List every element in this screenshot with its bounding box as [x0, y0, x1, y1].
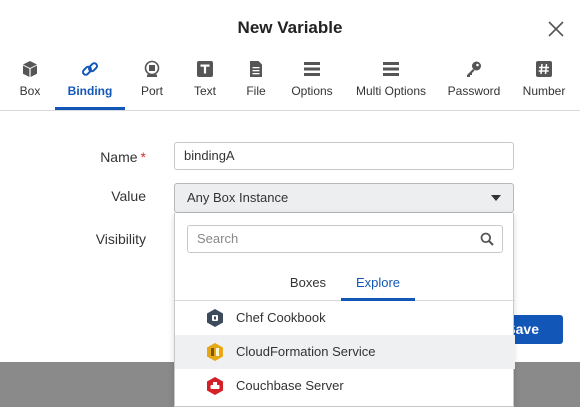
search-placeholder: Search — [197, 231, 239, 246]
list-icon — [383, 62, 399, 76]
tab-box[interactable]: Box — [8, 54, 52, 110]
tab-number-label: Number — [522, 84, 566, 98]
chef-icon — [207, 309, 223, 327]
name-label: Name * — [26, 149, 146, 165]
couchbase-icon — [207, 377, 223, 395]
visibility-label: Visibility — [95, 231, 146, 247]
file-icon — [250, 61, 262, 77]
tab-password-label: Password — [447, 84, 501, 98]
name-input[interactable]: bindingA — [174, 142, 514, 170]
list-item-cloudformation-service[interactable]: CloudFormation Service — [175, 335, 515, 369]
list-item-label: CloudFormation Service — [236, 344, 376, 359]
dialog-title: New Variable — [237, 18, 343, 37]
hash-icon — [536, 61, 552, 77]
text-icon — [197, 61, 213, 77]
tab-port[interactable]: Port — [131, 54, 173, 110]
list-item-couchbase-server[interactable]: Couchbase Server — [175, 369, 515, 403]
tab-file[interactable]: File — [237, 54, 275, 110]
name-label-text: Name — [100, 149, 138, 165]
tab-options-label: Options — [291, 84, 333, 98]
value-label: Value — [111, 188, 146, 204]
tab-boxes[interactable]: Boxes — [285, 275, 331, 301]
search-input[interactable]: Search — [187, 225, 503, 253]
tab-text-label: Text — [193, 84, 216, 98]
required-mark: * — [140, 149, 146, 165]
tab-explore[interactable]: Explore — [341, 275, 415, 301]
search-icon — [480, 232, 494, 246]
dropdown-tabs: Boxes Explore — [175, 271, 515, 301]
key-icon — [467, 61, 481, 77]
tab-multi-options-label: Multi Options — [355, 84, 427, 98]
tab-binding[interactable]: Binding — [55, 54, 125, 110]
tab-password[interactable]: Password — [444, 54, 504, 110]
tab-text[interactable]: Text — [184, 54, 226, 110]
list-item-label: Chef Cookbook — [236, 310, 326, 325]
value-select-text: Any Box Instance — [187, 190, 289, 205]
link-icon — [82, 62, 98, 76]
box-icon — [23, 61, 37, 77]
tab-port-label: Port — [140, 84, 163, 98]
close-icon[interactable] — [545, 18, 567, 40]
tab-number[interactable]: Number — [518, 54, 570, 110]
value-select[interactable]: Any Box Instance — [174, 183, 514, 213]
variable-type-tabs: Box Binding Port Text File Options Multi… — [0, 54, 580, 111]
tab-multi-options[interactable]: Multi Options — [350, 54, 432, 110]
caret-down-icon — [491, 195, 501, 201]
list-item-label: Couchbase Server — [236, 378, 344, 393]
tab-options[interactable]: Options — [286, 54, 338, 110]
tab-file-label: File — [246, 84, 266, 98]
list-item-chef-cookbook[interactable]: Chef Cookbook — [175, 301, 515, 335]
tab-box-label: Box — [19, 84, 41, 98]
list-icon — [304, 62, 320, 76]
cloudformation-icon — [207, 343, 223, 361]
value-dropdown-menu: Search Boxes Explore Chef Cookbook Cloud… — [174, 213, 515, 407]
port-icon — [144, 60, 160, 77]
tab-binding-label: Binding — [67, 84, 113, 98]
